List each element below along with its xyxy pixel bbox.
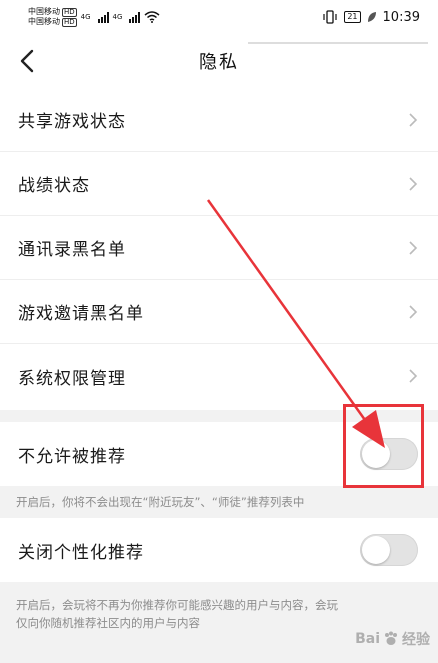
description-text: 开启后，你将不会出现在“附近玩友”、“师徒”推荐列表中 bbox=[16, 495, 305, 509]
chevron-right-icon bbox=[409, 176, 418, 191]
menu-item-label: 战绩状态 bbox=[18, 176, 90, 196]
signal-icon bbox=[129, 11, 141, 23]
toggle-row-disable-personalized: 关闭个性化推荐 bbox=[0, 518, 438, 582]
annotation-highlight-box bbox=[343, 404, 424, 488]
chevron-right-icon bbox=[409, 369, 418, 383]
toggle-description: 开启后，会玩将不再为你推荐你可能感兴趣的用户与内容，会玩 仅向你随机推荐社区内的… bbox=[0, 582, 438, 663]
leaf-icon bbox=[367, 12, 376, 22]
vibrate-icon bbox=[323, 10, 337, 24]
menu-item-record-status[interactable]: 战绩状态 bbox=[0, 152, 438, 216]
chevron-right-icon bbox=[409, 240, 418, 255]
carrier-block: 中国移动 HD 中国移动 HD 4G 4G bbox=[28, 7, 160, 27]
menu-item-system-permissions[interactable]: 系统权限管理 bbox=[0, 344, 438, 408]
description-line-1: 开启后，会玩将不再为你推荐你可能感兴趣的用户与内容，会玩 bbox=[16, 598, 338, 612]
watermark-text-2: 经验 bbox=[402, 632, 430, 648]
page-title: 隐私 bbox=[199, 52, 239, 73]
hd-badge: HD bbox=[62, 17, 77, 27]
menu-item-label: 系统权限管理 bbox=[18, 368, 126, 389]
status-right: 21 10:39 bbox=[322, 10, 420, 25]
carrier-1-label: 中国移动 bbox=[28, 7, 60, 16]
battery-level: 21 bbox=[347, 12, 358, 21]
toggle-description: 开启后，你将不会出现在“附近玩友”、“师徒”推荐列表中 bbox=[0, 486, 438, 518]
menu-item-contacts-blacklist[interactable]: 通讯录黑名单 bbox=[0, 216, 438, 280]
divider bbox=[248, 42, 428, 44]
toggle-label: 关闭个性化推荐 bbox=[18, 542, 144, 563]
settings-menu-list: 共享游戏状态 战绩状态 通讯录黑名单 游戏邀请黑名单 系统权限管理 bbox=[0, 88, 438, 408]
battery-icon: 21 bbox=[344, 11, 361, 23]
wifi-icon bbox=[144, 11, 160, 23]
back-arrow-icon[interactable] bbox=[12, 44, 46, 78]
menu-item-share-game-status[interactable]: 共享游戏状态 bbox=[0, 88, 438, 152]
network-1-label: 4G bbox=[80, 13, 91, 21]
menu-item-label: 游戏邀请黑名单 bbox=[18, 304, 144, 324]
status-bar: 中国移动 HD 中国移动 HD 4G 4G 21 10:39 bbox=[0, 0, 438, 34]
clock: 10:39 bbox=[382, 9, 420, 25]
carrier-2-label: 中国移动 bbox=[28, 17, 60, 26]
paw-icon bbox=[385, 631, 397, 645]
network-2-label: 4G bbox=[112, 13, 123, 21]
menu-item-label: 通讯录黑名单 bbox=[18, 240, 126, 260]
watermark: Bai 经验 bbox=[355, 629, 430, 649]
disable-personalized-toggle[interactable] bbox=[360, 534, 418, 566]
toggle-label: 不允许被推荐 bbox=[18, 446, 126, 467]
hd-badge: HD bbox=[62, 7, 77, 17]
watermark-text-1: Bai bbox=[355, 631, 380, 647]
toggle-knob bbox=[362, 536, 390, 564]
menu-item-label: 共享游戏状态 bbox=[18, 112, 126, 132]
signal-icon bbox=[97, 11, 109, 23]
header-bar: 隐私 bbox=[0, 34, 438, 88]
chevron-right-icon bbox=[409, 304, 418, 319]
chevron-right-icon bbox=[409, 112, 418, 127]
menu-item-game-invite-blacklist[interactable]: 游戏邀请黑名单 bbox=[0, 280, 438, 344]
